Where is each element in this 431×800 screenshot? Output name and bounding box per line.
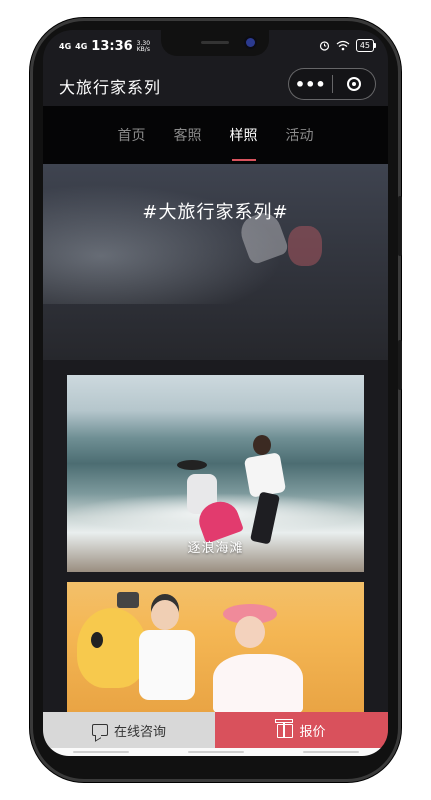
groom-figure — [243, 435, 287, 545]
photo-card-label: 逐浪海滩 — [187, 541, 244, 556]
chat-icon — [91, 724, 108, 736]
online-consult-label: 在线咨询 — [113, 724, 166, 740]
front-camera — [246, 38, 255, 47]
tab-home[interactable]: 首页 — [118, 119, 146, 151]
bride-figure — [213, 604, 303, 712]
gift-icon — [275, 719, 294, 738]
signal-2: 4G — [75, 41, 88, 51]
groom-figure — [139, 600, 195, 712]
hero-figure — [288, 226, 322, 266]
tab-client-photos[interactable]: 客照 — [174, 119, 202, 151]
screen: 4G 4G 13:36 3.30 KB/s 45 大旅行家系列 ••• 首页 客… — [43, 30, 388, 756]
bottom-action-bar: 在线咨询 报价 — [43, 712, 388, 748]
signal-1: 4G — [59, 41, 72, 51]
status-right: 45 — [319, 39, 377, 52]
status-bar: 4G 4G 13:36 3.30 KB/s 45 — [43, 30, 388, 62]
notch — [161, 30, 269, 56]
quote-label: 报价 — [299, 724, 326, 740]
online-consult-button[interactable]: 在线咨询 — [43, 712, 215, 748]
speed-unit: KB/s — [136, 45, 150, 53]
nav-back-gesture[interactable] — [302, 751, 359, 753]
page-title: 大旅行家系列 — [59, 78, 162, 97]
quote-button[interactable]: 报价 — [215, 712, 388, 748]
tab-bar: 首页 客照 样照 活动 — [43, 106, 388, 164]
battery-level: 45 — [359, 41, 370, 50]
battery-icon: 45 — [355, 39, 377, 52]
nav-menu-gesture[interactable] — [72, 751, 129, 753]
status-left: 4G 4G 13:36 3.30 KB/s — [59, 39, 150, 54]
camera-icon — [117, 592, 139, 608]
wifi-icon — [336, 40, 350, 51]
volume-button — [398, 196, 402, 256]
system-nav-bar — [43, 748, 388, 756]
power-button — [398, 340, 402, 390]
title-bar: 大旅行家系列 ••• — [43, 62, 388, 106]
network-speed: 3.30 KB/s — [136, 40, 150, 53]
tab-sample-photos[interactable]: 样照 — [230, 119, 258, 161]
tab-events[interactable]: 活动 — [286, 119, 314, 151]
target-circle-icon — [346, 77, 361, 91]
mini-program-capsule: ••• — [288, 68, 376, 100]
hero-title: #大旅行家系列# — [142, 202, 289, 223]
status-time: 13:36 — [91, 39, 133, 54]
nav-home-gesture[interactable] — [187, 751, 244, 753]
close-button[interactable] — [333, 69, 376, 99]
more-button[interactable]: ••• — [289, 69, 332, 99]
alarm-icon — [319, 41, 329, 51]
hero-banner: #大旅行家系列# 全部 — [43, 164, 388, 360]
photo-card-beach[interactable]: 逐浪海滩 — [67, 375, 364, 572]
duck-balloon — [77, 608, 147, 688]
speaker — [201, 41, 229, 44]
more-dots-icon: ••• — [294, 74, 326, 94]
photo-card-yellow[interactable] — [67, 582, 364, 712]
